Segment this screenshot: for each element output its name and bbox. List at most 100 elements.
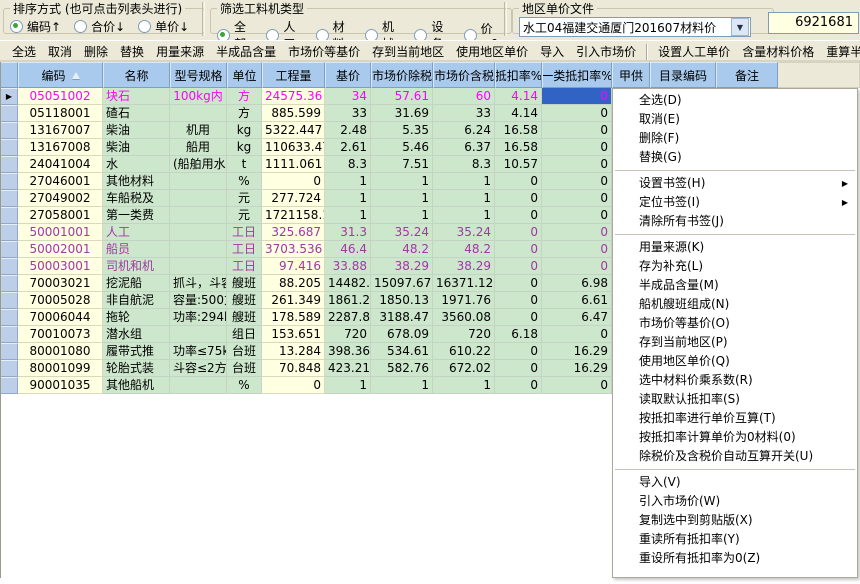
menu-item[interactable]: 全选(D) xyxy=(613,91,857,110)
cell-code[interactable]: 50003001 xyxy=(18,258,103,275)
cell-ded1[interactable]: 0 xyxy=(542,139,612,156)
cell-name[interactable]: 人工 xyxy=(103,224,170,241)
menu-item[interactable]: 船机艘班组成(N) xyxy=(613,295,857,314)
row-selector[interactable] xyxy=(0,360,18,377)
menu-item[interactable]: 选中材料价乘系数(R) xyxy=(613,371,857,390)
cell-spec[interactable] xyxy=(170,241,227,258)
cell-qty[interactable]: 885.599 xyxy=(262,105,325,122)
cell-name[interactable]: 块石 xyxy=(103,88,170,105)
cell-ded[interactable]: 4.14 xyxy=(495,105,542,122)
cell-mkt_ex[interactable]: 1 xyxy=(371,207,433,224)
row-selector[interactable] xyxy=(0,207,18,224)
menu-item[interactable]: 替换(G) xyxy=(613,148,857,167)
row-selector[interactable] xyxy=(0,275,18,292)
column-header-unit[interactable]: 单位 xyxy=(227,62,262,88)
cell-ded1[interactable]: 0 xyxy=(542,258,612,275)
cell-mkt_ex[interactable]: 1 xyxy=(371,377,433,394)
cell-qty[interactable]: 153.651 xyxy=(262,326,325,343)
row-selector[interactable] xyxy=(0,326,18,343)
cell-qty[interactable]: 0 xyxy=(262,173,325,190)
row-selector[interactable] xyxy=(0,377,18,394)
menu-item[interactable]: 存为补充(L) xyxy=(613,257,857,276)
toolbar-item[interactable]: 替换 xyxy=(114,43,150,60)
menu-item[interactable]: 引入市场价(W) xyxy=(613,492,857,511)
cell-spec[interactable] xyxy=(170,377,227,394)
cell-mkt_in[interactable]: 1 xyxy=(433,377,495,394)
row-selector[interactable]: ▶ xyxy=(0,88,18,105)
cell-base[interactable]: 8.3 xyxy=(325,156,371,173)
cell-qty[interactable]: 277.724 xyxy=(262,190,325,207)
cell-mkt_in[interactable]: 1 xyxy=(433,190,495,207)
cell-mkt_in[interactable]: 6.37 xyxy=(433,139,495,156)
column-header-ded[interactable]: 抵扣率% xyxy=(495,62,542,88)
cell-ded[interactable]: 0 xyxy=(495,190,542,207)
toolbar-item[interactable]: 含量材料价格 xyxy=(736,43,820,60)
menu-item[interactable]: 取消(E) xyxy=(613,110,857,129)
cell-mkt_in[interactable]: 1971.76 xyxy=(433,292,495,309)
cell-ded1[interactable]: 0 xyxy=(542,326,612,343)
cell-code[interactable]: 80001099 xyxy=(18,360,103,377)
cell-base[interactable]: 720 xyxy=(325,326,371,343)
cell-code[interactable]: 50002001 xyxy=(18,241,103,258)
cell-mkt_in[interactable]: 3560.08 xyxy=(433,309,495,326)
cell-ded[interactable]: 0 xyxy=(495,241,542,258)
cell-mkt_ex[interactable]: 3188.47 xyxy=(371,309,433,326)
cell-code[interactable]: 70005028 xyxy=(18,292,103,309)
cell-base[interactable]: 31.3 xyxy=(325,224,371,241)
cell-name[interactable]: 车船税及 xyxy=(103,190,170,207)
cell-unit[interactable]: kg xyxy=(227,122,262,139)
cell-name[interactable]: 潜水组 xyxy=(103,326,170,343)
cell-mkt_in[interactable]: 38.29 xyxy=(433,258,495,275)
row-selector[interactable] xyxy=(0,309,18,326)
toolbar-item[interactable]: 引入市场价 xyxy=(570,43,642,60)
cell-unit[interactable]: t xyxy=(227,156,262,173)
toolbar-item[interactable]: 全选 xyxy=(6,43,42,60)
cell-qty[interactable]: 13.284 xyxy=(262,343,325,360)
row-selector[interactable] xyxy=(0,139,18,156)
toolbar-item[interactable]: 使用地区单价 xyxy=(450,43,534,60)
cell-code[interactable]: 05118001 xyxy=(18,105,103,122)
cell-unit[interactable]: 台班 xyxy=(227,360,262,377)
toolbar-item[interactable]: 重算半成品价 xyxy=(820,43,860,60)
cell-ded1[interactable]: 16.29 xyxy=(542,343,612,360)
cell-spec[interactable] xyxy=(170,224,227,241)
cell-ded[interactable]: 0 xyxy=(495,309,542,326)
cell-name[interactable]: 船员 xyxy=(103,241,170,258)
cell-name[interactable]: 轮胎式装 xyxy=(103,360,170,377)
cell-name[interactable]: 其他材料 xyxy=(103,173,170,190)
cell-mkt_ex[interactable]: 48.2 xyxy=(371,241,433,258)
cell-unit[interactable]: % xyxy=(227,173,262,190)
menu-item[interactable]: 读取默认抵扣率(S) xyxy=(613,390,857,409)
cell-code[interactable]: 27046001 xyxy=(18,173,103,190)
cell-ded1[interactable]: 0 xyxy=(542,173,612,190)
column-header-code[interactable]: 编码 xyxy=(18,62,103,88)
column-header-mkt_ex[interactable]: 市场价除税 xyxy=(371,62,433,88)
cell-mkt_in[interactable]: 1 xyxy=(433,173,495,190)
cell-code[interactable]: 70006044 xyxy=(18,309,103,326)
cell-name[interactable]: 拖轮 xyxy=(103,309,170,326)
cell-base[interactable]: 34 xyxy=(325,88,371,105)
cell-base[interactable]: 423.21 xyxy=(325,360,371,377)
cell-mkt_ex[interactable]: 31.69 xyxy=(371,105,433,122)
cell-spec[interactable] xyxy=(170,207,227,224)
cell-qty[interactable]: 88.205 xyxy=(262,275,325,292)
cell-ded[interactable]: 0 xyxy=(495,207,542,224)
cell-name[interactable]: 碴石 xyxy=(103,105,170,122)
cell-name[interactable]: 柴油 xyxy=(103,122,170,139)
cell-ded1[interactable]: 6.61 xyxy=(542,292,612,309)
menu-item[interactable]: 删除(F) xyxy=(613,129,857,148)
toolbar-item[interactable]: 市场价等基价 xyxy=(282,43,366,60)
cell-base[interactable]: 14482.7 xyxy=(325,275,371,292)
cell-ded[interactable]: 0 xyxy=(495,258,542,275)
cell-code[interactable]: 70003021 xyxy=(18,275,103,292)
column-header-spec[interactable]: 型号规格 xyxy=(170,62,227,88)
cell-qty[interactable]: 261.349 xyxy=(262,292,325,309)
cell-qty[interactable]: 1721158.1 xyxy=(262,207,325,224)
menu-item[interactable]: 导入(V) xyxy=(613,473,857,492)
cell-ded1[interactable]: 6.47 xyxy=(542,309,612,326)
cell-mkt_in[interactable]: 1 xyxy=(433,207,495,224)
menu-item[interactable]: 使用地区单价(Q) xyxy=(613,352,857,371)
cell-qty[interactable]: 5322.447 xyxy=(262,122,325,139)
cell-mkt_ex[interactable]: 678.09 xyxy=(371,326,433,343)
column-header-jg[interactable]: 甲供 xyxy=(612,62,650,88)
